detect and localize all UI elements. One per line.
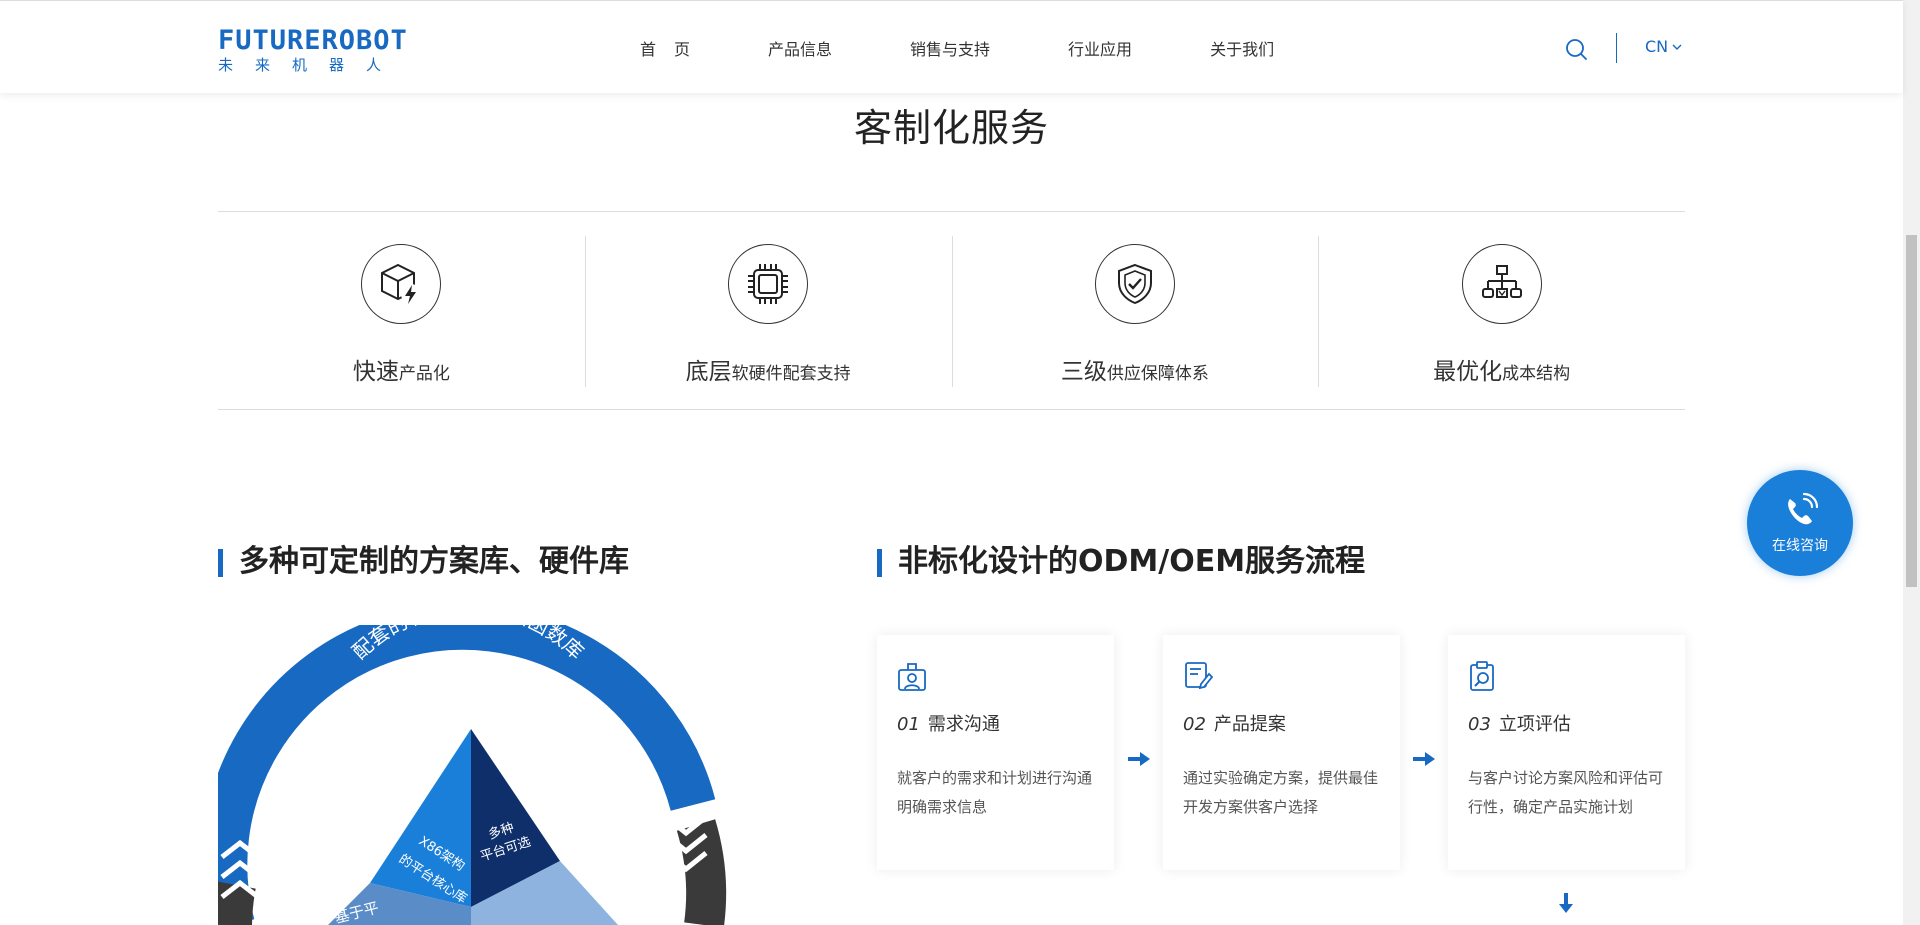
- step-title: 立项评估: [1498, 714, 1571, 735]
- feature-label: 快速产品化: [218, 352, 585, 386]
- solution-library-title: 多种可定制的方案库、硬件库: [218, 545, 629, 579]
- feature-icon-circle: [728, 244, 809, 324]
- step-description: 就客户的需求和计划进行沟通明确需求信息: [897, 769, 1093, 816]
- online-consult-button[interactable]: 在线咨询: [1747, 470, 1853, 576]
- feature-label-sub: 供应保障体系: [1106, 364, 1209, 384]
- feature-label-main: 三级: [1060, 359, 1107, 385]
- feature-icon-circle: [1461, 244, 1542, 324]
- phone-icon: [1788, 492, 1819, 525]
- step-number: 01: [897, 714, 920, 735]
- language-selector[interactable]: CN: [1645, 37, 1682, 56]
- logo[interactable]: FUTUREROBOT 未来机器人: [218, 25, 408, 74]
- features-row: 快速产品化 底层软硬件配套支持 三级供应保障体系 最优化成本结构: [218, 211, 1685, 410]
- language-label: CN: [1645, 37, 1669, 56]
- feature-label-main: 底层: [685, 359, 732, 385]
- chevron-down-icon: [1672, 44, 1682, 50]
- step-description: 与客户讨论方案风险和评估可行性，确定产品实施计划: [1468, 769, 1664, 816]
- clipboard-search-icon: [1470, 661, 1494, 691]
- nav-item-home[interactable]: 首页: [640, 36, 708, 60]
- arrow-down-icon: [1559, 893, 1573, 913]
- main-nav: 首页 产品信息 销售与支持 行业应用 关于我们: [640, 1, 1352, 94]
- user-badge-icon: [898, 663, 926, 691]
- feature-label: 底层软硬件配套支持: [585, 352, 952, 386]
- header-divider: [1616, 33, 1617, 63]
- process-step-title: 02 产品提案: [1183, 710, 1380, 736]
- nav-item-about[interactable]: 关于我们: [1210, 36, 1274, 60]
- step-number: 03: [1468, 714, 1491, 735]
- chip-icon: [748, 264, 789, 304]
- consult-label: 在线咨询: [1772, 538, 1828, 554]
- org-chart-icon: [1481, 265, 1522, 298]
- arrow-right-icon: [1128, 752, 1150, 766]
- odm-process-title: 非标化设计的ODM/OEM服务流程: [877, 545, 1365, 579]
- diagram-graphic: 配套的软件、驱动和函数库 X86架构 的平台核心库 多种 平台可选 基于平: [218, 625, 727, 925]
- feature-item: 三级供应保障体系: [951, 212, 1319, 409]
- site-header: FUTUREROBOT 未来机器人 首页 产品信息 销售与支持 行业应用 关于我…: [0, 0, 1903, 93]
- feature-label-sub: 产品化: [398, 364, 450, 384]
- feature-item: 底层软硬件配套支持: [584, 212, 952, 409]
- logo-text-en: FUTUREROBOT: [218, 25, 408, 56]
- document-edit-icon: [1185, 662, 1214, 690]
- cube-lightning-icon: [381, 263, 422, 304]
- process-step-title: 01 需求沟通: [897, 710, 1094, 736]
- process-step-title: 03 立项评估: [1468, 710, 1665, 736]
- feature-item: 快速产品化: [218, 212, 585, 409]
- feature-label-sub: 软硬件配套支持: [731, 364, 851, 384]
- step-number: 02: [1183, 714, 1206, 735]
- process-card: 01 需求沟通 就客户的需求和计划进行沟通明确需求信息: [877, 635, 1114, 870]
- shield-check-icon: [1117, 263, 1152, 305]
- section-title: 客制化服务: [853, 106, 1049, 150]
- feature-icon-circle: [1094, 244, 1175, 324]
- feature-label: 最优化成本结构: [1318, 352, 1685, 386]
- feature-item: 最优化成本结构: [1318, 212, 1685, 409]
- nav-item-products[interactable]: 产品信息: [768, 36, 832, 60]
- nav-item-industry[interactable]: 行业应用: [1068, 36, 1132, 60]
- nav-item-sales-support[interactable]: 销售与支持: [910, 36, 990, 60]
- solution-library-diagram: 配套的软件、驱动和函数库 X86架构 的平台核心库 多种 平台可选 基于平: [218, 625, 738, 925]
- logo-text-cn: 未来机器人: [218, 56, 404, 74]
- step-description: 通过实验确定方案，提供最佳开发方案供客户选择: [1183, 769, 1379, 816]
- scrollbar-thumb[interactable]: [1906, 235, 1917, 587]
- feature-label-sub: 成本结构: [1502, 364, 1571, 384]
- step-title: 需求沟通: [927, 714, 1000, 735]
- process-card: 02 产品提案 通过实验确定方案，提供最佳开发方案供客户选择: [1163, 635, 1400, 870]
- search-icon[interactable]: [1565, 38, 1587, 60]
- process-card: 03 立项评估 与客户讨论方案风险和评估可行性，确定产品实施计划: [1448, 635, 1685, 870]
- feature-icon-circle: [361, 244, 442, 324]
- feature-label-main: 快速: [352, 359, 399, 385]
- feature-label: 三级供应保障体系: [952, 352, 1319, 386]
- step-title: 产品提案: [1213, 714, 1286, 735]
- feature-label-main: 最优化: [1433, 359, 1503, 385]
- arrow-right-icon: [1413, 752, 1435, 766]
